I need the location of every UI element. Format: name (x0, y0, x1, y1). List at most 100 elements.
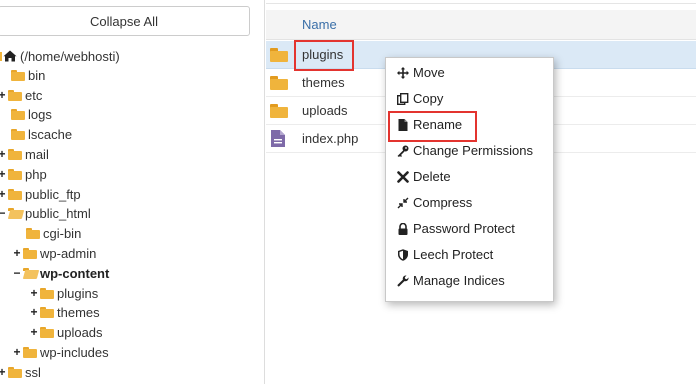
menu-item-label: Leech Protect (413, 247, 494, 262)
menu-item-label: Copy (413, 91, 444, 106)
tree-item-php[interactable]: + php (0, 164, 47, 184)
tree-item-label: plugins (57, 285, 99, 301)
tree-item-label: wp-includes (40, 344, 109, 360)
tree-item-wp-content[interactable]: − wp-content (12, 263, 109, 283)
tree-item-label: cgi-bin (43, 225, 82, 241)
menu-item-move[interactable]: Move (386, 61, 555, 85)
tree-item-bin[interactable]: bin (0, 65, 45, 85)
folder-icon (8, 169, 22, 180)
expand-toggle[interactable]: + (0, 187, 7, 201)
directory-tree-panel: Collapse All (/home/webhosti) bin + etc … (0, 0, 265, 384)
file-name: uploads (302, 103, 348, 118)
collapse-toggle[interactable]: − (12, 266, 22, 280)
collapse-toggle[interactable]: − (0, 206, 7, 220)
menu-item-compress[interactable]: Compress (386, 191, 555, 215)
folder-icon (270, 104, 288, 118)
tree-item-label: public_ftp (25, 186, 81, 202)
tree-item-public-html[interactable]: − public_html (0, 203, 91, 223)
php-file-icon (271, 130, 285, 147)
folder-icon (40, 288, 54, 299)
tree-item-label: wp-admin (40, 245, 97, 261)
tree-item-label: etc (25, 87, 43, 103)
menu-item-copy[interactable]: Copy (386, 87, 555, 111)
tree-item-logs[interactable]: logs (0, 104, 52, 124)
compress-icon (397, 197, 409, 209)
x-icon (397, 171, 409, 183)
menu-item-label: Change Permissions (413, 143, 533, 158)
tree-item-ssl[interactable]: + ssl (0, 362, 41, 382)
file-list-header: Name (266, 10, 696, 40)
menu-item-label: Delete (413, 169, 451, 184)
tree-item-uploads[interactable]: + uploads (29, 322, 103, 342)
shield-icon (398, 249, 408, 261)
folder-icon (8, 90, 22, 101)
home-icon (3, 50, 17, 62)
menu-item-leech-protect[interactable]: Leech Protect (386, 243, 555, 267)
tree-item-label: themes (57, 304, 100, 320)
tree-item-label: lscache (28, 126, 73, 142)
folder-open-icon (22, 268, 40, 279)
key-icon (397, 145, 409, 157)
folder-icon (270, 48, 288, 62)
file-name: index.php (302, 131, 359, 146)
menu-item-change-permissions[interactable]: Change Permissions (386, 139, 555, 163)
tree-root-home[interactable]: (/home/webhosti) (0, 46, 120, 66)
tree-item-wp-includes[interactable]: + wp-includes (12, 342, 109, 362)
tree-item-label: uploads (57, 324, 103, 340)
tree-item-label: wp-content (40, 265, 110, 281)
folder-icon (270, 76, 288, 90)
expand-toggle[interactable]: + (0, 167, 7, 181)
folder-icon (26, 228, 40, 239)
menu-item-label: Move (413, 65, 445, 80)
menu-item-label: Compress (413, 195, 473, 210)
expand-toggle[interactable]: + (29, 305, 39, 319)
file-name: themes (302, 75, 345, 90)
name-column-header[interactable]: Name (302, 17, 337, 32)
expand-toggle[interactable]: + (12, 345, 22, 359)
highlight-box-rename (388, 111, 477, 142)
move-icon (397, 67, 409, 79)
folder-icon (8, 367, 22, 378)
wrench-icon (397, 275, 409, 287)
folder-open-icon (7, 208, 25, 219)
toolbar-edge (266, 0, 696, 4)
folder-icon (11, 109, 25, 120)
tree-item-label: bin (28, 67, 46, 83)
tree-item-label: logs (28, 106, 52, 122)
expand-toggle[interactable]: + (0, 88, 7, 102)
menu-item-delete[interactable]: Delete (386, 165, 555, 189)
tree-item-themes[interactable]: + themes (29, 302, 100, 322)
highlight-box-plugins (294, 40, 354, 71)
tree-item-plugins[interactable]: + plugins (29, 283, 98, 303)
expand-toggle[interactable]: + (29, 325, 39, 339)
folder-icon (23, 347, 37, 358)
tree-item-wp-admin[interactable]: + wp-admin (12, 243, 96, 263)
expand-toggle[interactable]: + (12, 246, 22, 260)
menu-item-manage-indices[interactable]: Manage Indices (386, 269, 555, 293)
tree-item-public-ftp[interactable]: + public_ftp (0, 184, 81, 204)
folder-icon (23, 248, 37, 259)
menu-item-password-protect[interactable]: Password Protect (386, 217, 555, 241)
tree-item-label: ssl (25, 364, 41, 380)
expand-toggle[interactable]: + (29, 286, 39, 300)
tree-root-label: (/home/webhosti) (20, 48, 120, 64)
tree-item-label: php (25, 166, 47, 182)
folder-icon (40, 307, 54, 318)
tree-item-mail[interactable]: + mail (0, 144, 49, 164)
folder-icon (11, 70, 25, 81)
copy-icon (397, 93, 409, 105)
collapse-all-button[interactable]: Collapse All (0, 6, 250, 36)
tree-item-etc[interactable]: + etc (0, 85, 42, 105)
lock-icon (398, 223, 408, 235)
tree-item-lscache[interactable]: lscache (0, 124, 72, 144)
folder-open-icon (0, 51, 2, 61)
context-menu: Move Copy Rename Change Permissions Dele… (385, 57, 554, 302)
folder-icon (11, 129, 25, 140)
menu-item-label: Password Protect (413, 221, 515, 236)
expand-toggle[interactable]: + (0, 147, 7, 161)
tree-item-cgi-bin[interactable]: cgi-bin (15, 223, 81, 243)
folder-icon (8, 189, 22, 200)
expand-toggle[interactable]: + (0, 365, 7, 379)
tree-item-label: mail (25, 146, 49, 162)
menu-item-label: Manage Indices (413, 273, 505, 288)
